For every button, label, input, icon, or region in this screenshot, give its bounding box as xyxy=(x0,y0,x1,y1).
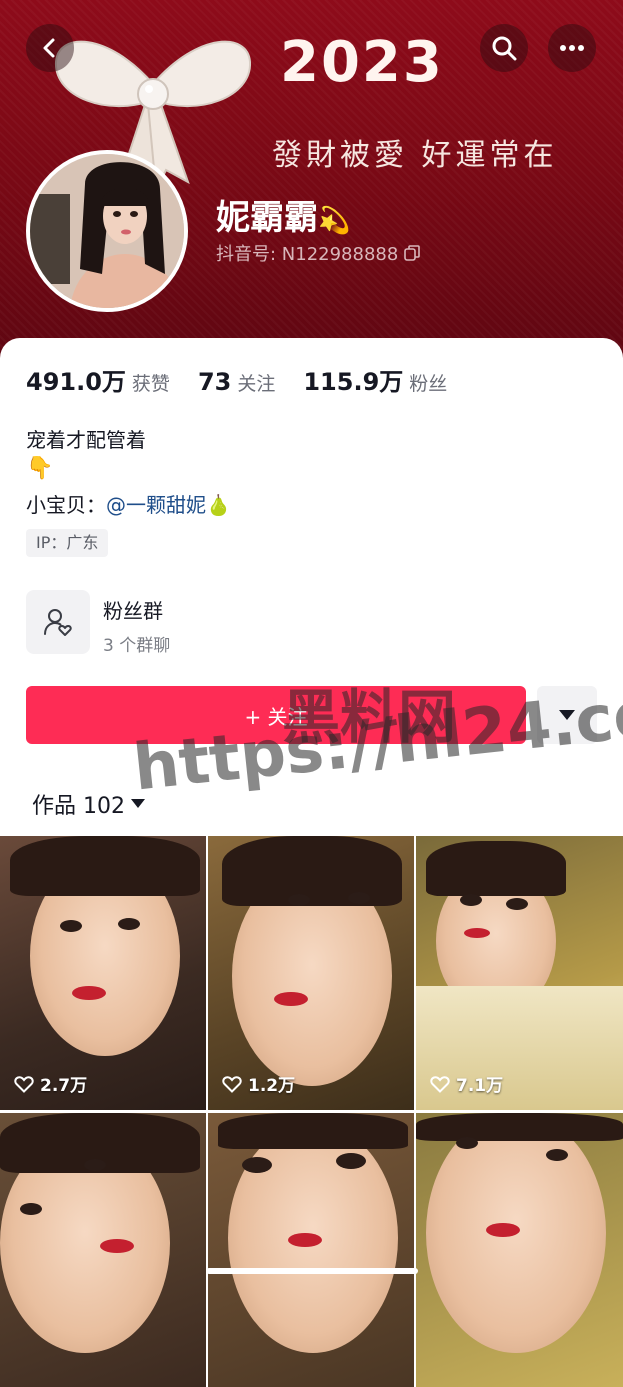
video-thumbnail[interactable]: 2.7万 xyxy=(0,836,206,1110)
video-thumbnail[interactable]: 1.2万 xyxy=(208,836,414,1110)
search-icon xyxy=(492,36,517,61)
stats-row: 491.0万 获赞 73 关注 115.9万 粉丝 xyxy=(26,362,475,397)
chevron-left-icon xyxy=(43,38,55,58)
following-count[interactable]: 73 xyxy=(198,368,231,396)
works-label: 作品 102 xyxy=(32,794,125,819)
heart-icon xyxy=(222,1075,242,1093)
heart-icon xyxy=(430,1075,450,1093)
pear-emoji: 🍐 xyxy=(206,493,231,517)
pointing-down-emoji: 👇 xyxy=(26,456,54,481)
douyin-id: 抖音号: N122988888 xyxy=(216,244,399,265)
following-label[interactable]: 关注 xyxy=(237,369,275,396)
fan-group-icon-box[interactable] xyxy=(26,590,90,654)
like-count-text: 1.2万 xyxy=(248,1076,296,1096)
follow-label: + 关注 xyxy=(244,704,308,729)
video-thumbnail[interactable] xyxy=(0,1113,206,1387)
profile-name-text: 妮霸霸 xyxy=(216,198,318,238)
banner-year: 2023 xyxy=(280,30,444,95)
like-count: 1.2万 xyxy=(222,1071,295,1096)
more-dots-icon xyxy=(560,45,584,51)
video-thumbnail[interactable] xyxy=(208,1113,414,1387)
like-count-text: 7.1万 xyxy=(456,1076,504,1096)
mention-link[interactable]: @一颗甜妮 xyxy=(106,493,206,517)
bio-line-1: 宠着才配管着 xyxy=(26,428,146,452)
triangle-down-icon xyxy=(559,710,575,720)
like-count: 7.1万 xyxy=(430,1071,503,1096)
likes-label: 获赞 xyxy=(131,373,170,395)
video-thumbnail[interactable]: 7.1万 xyxy=(416,836,623,1110)
works-grid: 2.7万 1.2万 7.1万 xyxy=(0,836,623,1387)
search-button[interactable] xyxy=(480,24,528,72)
profile-name: 妮霸霸💫 xyxy=(216,190,350,239)
user-heart-icon xyxy=(44,609,72,636)
caret-down-icon xyxy=(131,799,145,808)
bio-prefix: 小宝贝： xyxy=(26,493,106,517)
followers-count[interactable]: 115.9万 xyxy=(303,362,403,397)
sparkle-emoji: 💫 xyxy=(318,206,351,236)
ip-location-badge: IP：广东 xyxy=(26,529,109,557)
works-tab[interactable]: 作品 102 xyxy=(32,788,145,820)
heart-icon xyxy=(14,1075,34,1093)
video-thumbnail[interactable] xyxy=(416,1113,623,1387)
fan-group-subtitle: 3 个群聊 xyxy=(103,636,171,656)
avatar[interactable] xyxy=(26,150,188,312)
banner-blessing: 發財被愛 好運常在 xyxy=(272,138,558,173)
copy-icon[interactable] xyxy=(404,245,421,261)
home-indicator[interactable] xyxy=(206,1268,418,1274)
avatar-photo xyxy=(30,154,184,308)
douyin-id-row[interactable]: 抖音号: N122988888 xyxy=(216,240,421,266)
back-button[interactable] xyxy=(26,24,74,72)
fan-group-title[interactable]: 粉丝群 xyxy=(103,595,163,624)
followers-label[interactable]: 粉丝 xyxy=(409,369,447,396)
likes-count: 491.0万 xyxy=(26,368,126,396)
like-count-text: 2.7万 xyxy=(40,1076,88,1096)
recommend-dropdown-button[interactable] xyxy=(537,686,597,744)
bio-line-3: 小宝贝：@一颗甜妮🍐 xyxy=(26,489,231,518)
follow-button[interactable]: + 关注 xyxy=(26,686,526,744)
more-button[interactable] xyxy=(548,24,596,72)
like-count: 2.7万 xyxy=(14,1071,87,1096)
